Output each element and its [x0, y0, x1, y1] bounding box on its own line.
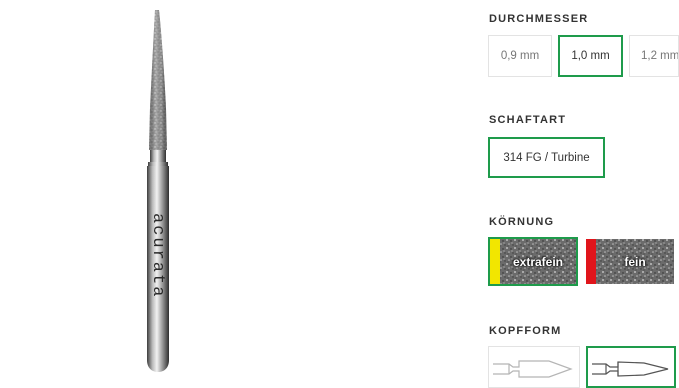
- diamond-bur-flame-icon: acurata: [147, 10, 169, 372]
- grit-label: fein: [624, 254, 646, 269]
- durchmesser-title: DURCHMESSER: [489, 13, 589, 25]
- kopfform-title: KOPFFORM: [489, 325, 562, 337]
- koernung-option-fein[interactable]: fein: [586, 239, 674, 284]
- durchmesser-option-1-2[interactable]: 1,2 mm: [629, 35, 679, 77]
- grit-color-stripe-red: [586, 239, 596, 284]
- kopfform-option-flame[interactable]: [586, 346, 676, 388]
- durchmesser-option-0-9[interactable]: 0,9 mm: [488, 35, 552, 77]
- flame-shape-icon: [592, 361, 669, 377]
- grit-label: extrafein: [512, 254, 564, 269]
- product-image: acurata: [130, 8, 190, 380]
- kopfform-option-cylinder[interactable]: [488, 346, 580, 388]
- durchmesser-option-1-0[interactable]: 1,0 mm: [558, 35, 623, 77]
- koernung-option-extrafein[interactable]: extrafein: [488, 237, 578, 286]
- grit-color-stripe-yellow: [490, 239, 500, 284]
- cylinder-pointed-shape-icon: [493, 360, 573, 378]
- schaftart-option-314fg-turbine[interactable]: 314 FG / Turbine: [488, 137, 605, 178]
- koernung-title: KÖRNUNG: [489, 216, 555, 228]
- schaftart-title: SCHAFTART: [489, 114, 567, 126]
- product-engraving: acurata: [148, 213, 167, 298]
